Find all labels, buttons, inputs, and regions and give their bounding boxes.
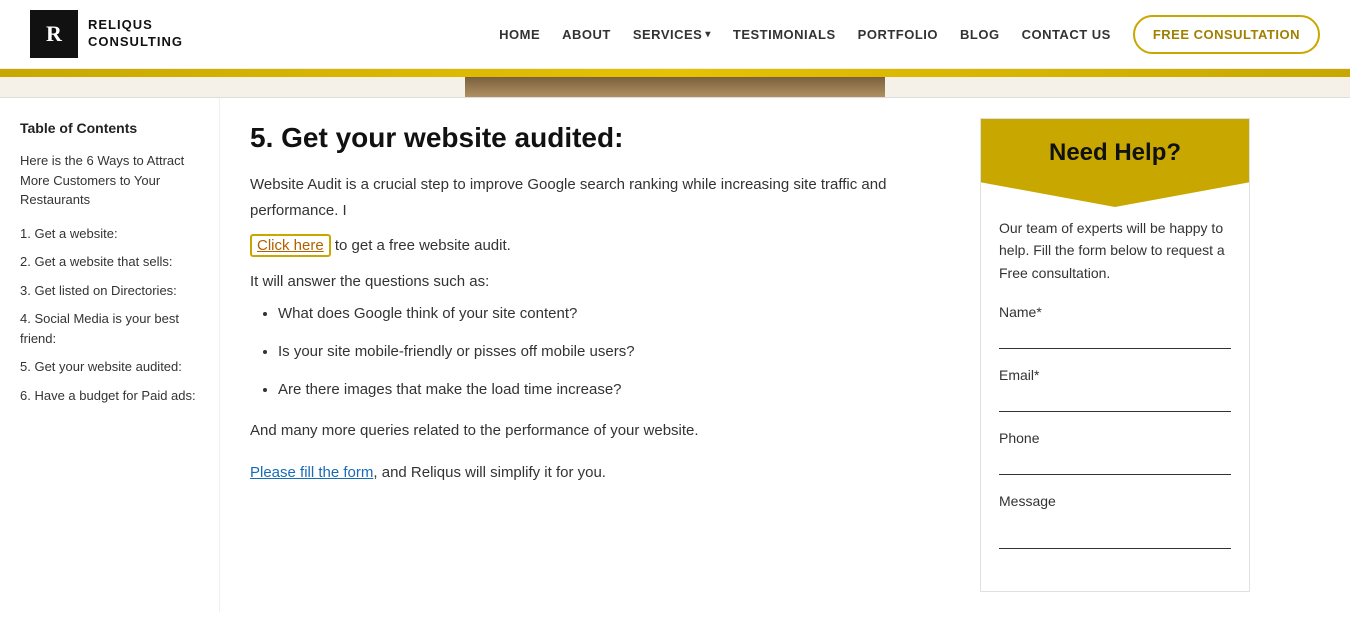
main-nav: HOME ABOUT SERVICES ▾ TESTIMONIALS PORTF… [499,15,1320,54]
please-fill-form-link[interactable]: Please fill the form [250,464,373,481]
toc-item-2[interactable]: 2. Get a website that sells: [20,252,203,272]
toc-item-3[interactable]: 3. Get listed on Directories: [20,281,203,301]
message-label: Message [999,493,1231,509]
form-name-field: Name* [999,304,1231,349]
bullet-item-1: What does Google think of your site cont… [278,302,950,326]
chevron-down-icon: ▾ [705,29,711,40]
form-phone-field: Phone [999,430,1231,475]
paragraph-2: And many more queries related to the per… [250,418,950,444]
email-label: Email* [999,367,1231,383]
toc-item-5[interactable]: 5. Get your website audited: [20,357,203,377]
bullet-item-2: Is your site mobile-friendly or pisses o… [278,340,950,364]
need-help-description: Our team of experts will be happy to hel… [999,217,1231,284]
form-email-field: Email* [999,367,1231,412]
nav-home[interactable]: HOME [499,27,540,42]
click-here-link[interactable]: Click here [250,234,331,257]
need-help-body: Our team of experts will be happy to hel… [981,207,1249,591]
logo-text: Reliqus Consulting [88,17,183,51]
logo[interactable]: R Reliqus Consulting [30,10,183,58]
hero-image-partial [465,77,885,97]
gold-bar [0,69,1350,77]
nav-about[interactable]: ABOUT [562,27,611,42]
header: R Reliqus Consulting HOME ABOUT SERVICES… [0,0,1350,69]
message-input[interactable] [999,513,1231,549]
bullet-list: What does Google think of your site cont… [278,302,950,402]
section-title: 5. Get your website audited: [250,122,950,154]
paragraph-1: Website Audit is a crucial step to impro… [250,172,950,223]
main-content: 5. Get your website audited: Website Aud… [220,98,980,612]
need-help-header: Need Help? [981,119,1249,207]
toc-intro: Here is the 6 Ways to Attract More Custo… [20,151,203,210]
sidebar: Table of Contents Here is the 6 Ways to … [0,98,220,612]
right-panel: Need Help? Our team of experts will be h… [980,98,1270,612]
nav-contact[interactable]: CONTACT US [1022,27,1111,42]
email-input[interactable] [999,387,1231,412]
toc-item-1[interactable]: 1. Get a website: [20,224,203,244]
main-container: Table of Contents Here is the 6 Ways to … [0,98,1350,612]
logo-icon: R [30,10,78,58]
need-help-box: Need Help? Our team of experts will be h… [980,118,1250,592]
it-will-text: It will answer the questions such as: [250,269,950,295]
image-strip [0,77,1350,98]
name-input[interactable] [999,324,1231,349]
nav-testimonials[interactable]: TESTIMONIALS [733,27,836,42]
form-message-field: Message [999,493,1231,553]
free-consultation-button[interactable]: FREE CONSULTATION [1133,15,1320,54]
nav-blog[interactable]: BLOG [960,27,1000,42]
paragraph-click-here: Click here to get a free website audit. [250,233,950,259]
toc-item-6[interactable]: 6. Have a budget for Paid ads: [20,386,203,406]
need-help-title: Need Help? [1049,139,1181,166]
name-label: Name* [999,304,1231,320]
bullet-item-3: Are there images that make the load time… [278,378,950,402]
nav-services[interactable]: SERVICES ▾ [633,27,711,42]
phone-label: Phone [999,430,1231,446]
nav-portfolio[interactable]: PORTFOLIO [858,27,938,42]
toc-title: Table of Contents [20,118,203,139]
phone-input[interactable] [999,450,1231,475]
paragraph-3: Please fill the form, and Reliqus will s… [250,460,950,486]
toc-item-4[interactable]: 4. Social Media is your best friend: [20,309,203,348]
